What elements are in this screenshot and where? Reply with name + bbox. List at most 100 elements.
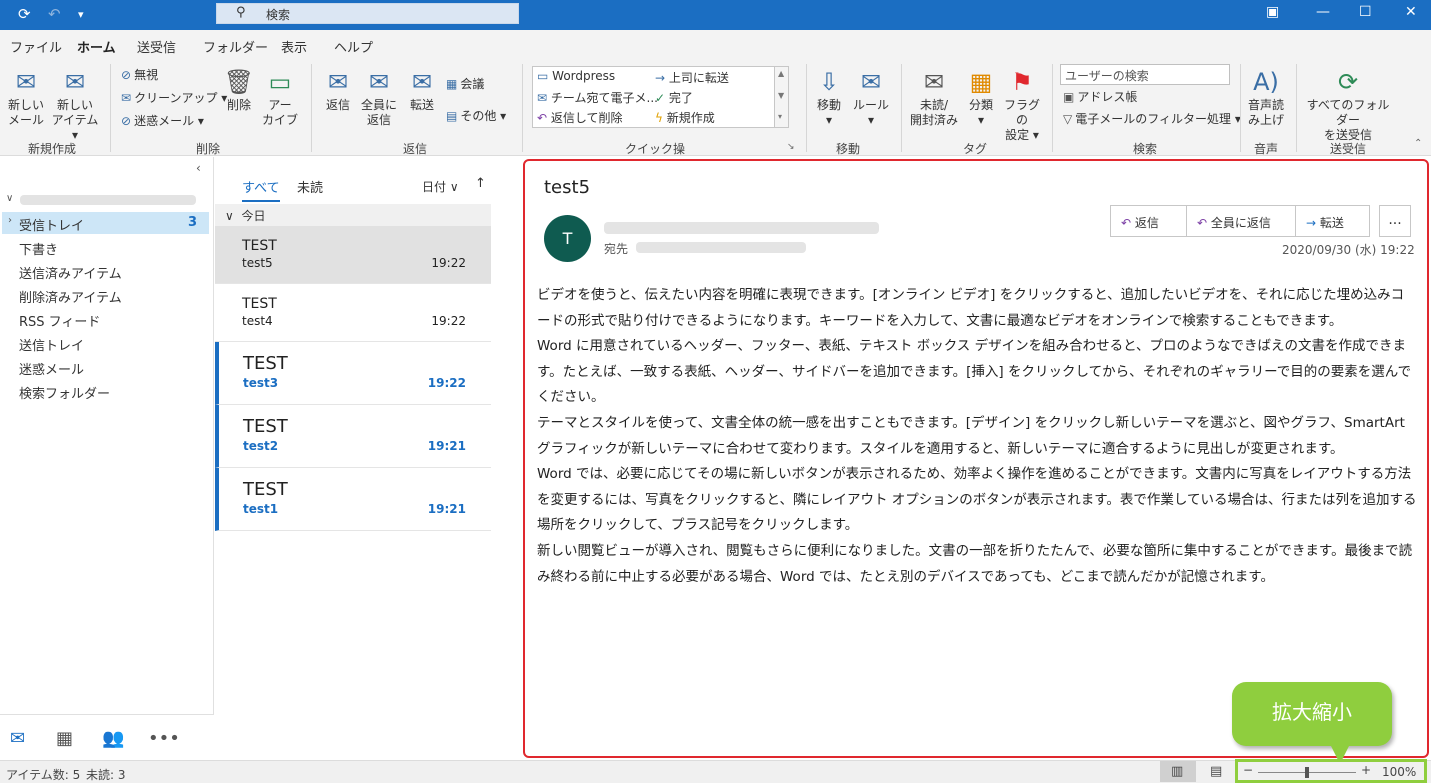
message-row-test5[interactable]: TEST test5 19:22 bbox=[215, 226, 491, 284]
message-row-test3[interactable]: TEST test3 19:22 bbox=[215, 342, 491, 405]
undo-icon[interactable]: ↶ bbox=[48, 5, 61, 23]
folder-rss[interactable]: RSS フィード bbox=[19, 311, 100, 330]
zoom-out-button[interactable]: − bbox=[1243, 763, 1253, 777]
chevron-down-icon: ∨ bbox=[449, 180, 459, 194]
folder-sent[interactable]: 送信済みアイテム bbox=[19, 263, 122, 282]
zoom-in-button[interactable]: + bbox=[1361, 763, 1371, 777]
archive-button[interactable]: ▭ アー カイブ bbox=[262, 68, 298, 128]
group-label-search: 検索 bbox=[1132, 142, 1157, 156]
group-header-today[interactable]: ∨ 今日 bbox=[215, 204, 491, 226]
dialog-launcher-icon[interactable]: ↘ bbox=[787, 142, 795, 152]
quick-step-done[interactable]: ✓ 完了 bbox=[655, 89, 693, 106]
cleanup-icon: ✉ bbox=[121, 91, 132, 105]
address-book-button[interactable]: ▣ アドレス帳 bbox=[1063, 89, 1137, 105]
recipient-address-blurred[interactable] bbox=[636, 242, 806, 253]
quick-step-team-mail[interactable]: ✉ チーム宛て電子メ... bbox=[537, 89, 658, 106]
reply-button[interactable]: ✉ 返信 bbox=[322, 68, 354, 113]
unread-read-button[interactable]: ✉ 未読/ 開封済み bbox=[907, 68, 961, 128]
chevron-right-icon[interactable]: › bbox=[8, 215, 12, 226]
folder-inbox[interactable]: 受信トレイ bbox=[19, 215, 84, 234]
zoom-slider-thumb[interactable] bbox=[1305, 767, 1309, 778]
normal-view-icon[interactable]: ▥ bbox=[1171, 764, 1183, 779]
search-box[interactable] bbox=[216, 3, 519, 24]
more-respond-button[interactable]: ▤ その他 ▾ bbox=[446, 108, 506, 124]
user-search-input[interactable]: ユーザーの検索 bbox=[1060, 64, 1230, 85]
sender-address-blurred[interactable] bbox=[604, 222, 879, 234]
tab-folder[interactable]: フォルダー bbox=[203, 37, 268, 56]
junk-button[interactable]: ⊘ 迷惑メール ▾ bbox=[121, 113, 204, 129]
read-aloud-button[interactable]: A) 音声読 み上げ bbox=[1246, 68, 1286, 128]
sort-direction-icon[interactable]: ↑ bbox=[475, 176, 486, 191]
chevron-down-icon[interactable]: ∨ bbox=[6, 193, 13, 204]
folder-outbox[interactable]: 送信トレイ bbox=[19, 335, 84, 354]
folder-deleted[interactable]: 削除済みアイテム bbox=[19, 287, 122, 306]
more-nav-icon[interactable]: ••• bbox=[148, 728, 180, 749]
quick-steps-scrollbar[interactable]: ▲ ▼ ▾ bbox=[774, 67, 788, 127]
scroll-down-icon[interactable]: ▼ bbox=[778, 91, 784, 100]
cleanup-button[interactable]: ✉ クリーンアップ ▾ bbox=[121, 90, 227, 106]
reply-icon: ↶ bbox=[537, 111, 551, 125]
ribbon-display-icon[interactable]: ▣ bbox=[1266, 4, 1279, 20]
filter-unread[interactable]: 未読 bbox=[297, 177, 323, 196]
folder-junk[interactable]: 迷惑メール bbox=[19, 359, 84, 378]
reading-view-icon[interactable]: ▤ bbox=[1210, 764, 1222, 779]
forward-button[interactable]: ✉ 転送 bbox=[404, 68, 440, 113]
unread-count: 未読: 3 bbox=[86, 768, 126, 782]
message-sender: TEST bbox=[243, 353, 288, 374]
mail-nav-icon[interactable]: ✉ bbox=[10, 728, 25, 749]
calendar-nav-icon[interactable]: ▦ bbox=[56, 728, 73, 749]
group-label-tags: タグ bbox=[962, 142, 987, 156]
close-icon[interactable]: ✕ bbox=[1405, 4, 1417, 20]
people-nav-icon[interactable]: 👥 bbox=[102, 728, 124, 749]
quick-step-wordpress[interactable]: ▭ Wordpress bbox=[537, 69, 615, 83]
delete-button[interactable]: 🗑 削除 bbox=[222, 68, 256, 113]
message-row-test4[interactable]: TEST test4 19:22 bbox=[215, 284, 491, 342]
tab-view[interactable]: 表示 bbox=[281, 37, 307, 56]
scroll-up-icon[interactable]: ▲ bbox=[778, 69, 784, 78]
account-name-blurred[interactable] bbox=[20, 195, 196, 205]
to-label: 宛先 bbox=[604, 242, 629, 256]
search-input[interactable]: 検索 bbox=[266, 6, 290, 23]
send-receive-icon: ⟳ bbox=[1337, 68, 1359, 96]
folder-pane: ‹ ∨ › 受信トレイ 3 下書き 送信済みアイテム 削除済みアイテム RSS … bbox=[0, 157, 214, 760]
folder-drafts[interactable]: 下書き bbox=[19, 239, 58, 258]
minimize-icon[interactable]: — bbox=[1316, 4, 1330, 20]
reading-reply-all-button[interactable]: ↶ 全員に返信 bbox=[1197, 214, 1271, 231]
reading-reply-button[interactable]: ↶ 返信 bbox=[1121, 214, 1159, 231]
trash-icon: 🗑 bbox=[223, 68, 255, 96]
avatar[interactable]: T bbox=[544, 215, 591, 262]
maximize-icon[interactable]: ☐ bbox=[1359, 4, 1372, 20]
reading-forward-button[interactable]: → 転送 bbox=[1306, 214, 1344, 231]
more-respond-icon: ▤ bbox=[446, 109, 458, 123]
new-item-button[interactable]: ✉ 新しい アイテム ▾ bbox=[50, 68, 100, 143]
expand-gallery-icon[interactable]: ▾ bbox=[778, 112, 782, 121]
tab-send-receive[interactable]: 送受信 bbox=[137, 37, 176, 56]
quick-step-reply-delete[interactable]: ↶ 返信して削除 bbox=[537, 109, 623, 126]
message-row-test2[interactable]: TEST test2 19:21 bbox=[215, 405, 491, 468]
collapse-pane-icon[interactable]: ‹ bbox=[196, 161, 201, 175]
more-actions-button[interactable]: ... bbox=[1379, 205, 1411, 237]
tab-file[interactable]: ファイル bbox=[10, 37, 62, 56]
reply-all-button[interactable]: ✉ 全員に 返信 bbox=[359, 68, 399, 128]
move-button[interactable]: ⇩ 移動 ▾ bbox=[812, 68, 846, 128]
quick-step-create-new[interactable]: ϟ 新規作成 bbox=[655, 109, 715, 126]
zoom-level[interactable]: 100% bbox=[1382, 765, 1416, 779]
send-receive-all-button[interactable]: ⟳ すべてのフォルダー を送受信 bbox=[1302, 68, 1394, 143]
message-sender: TEST bbox=[242, 238, 277, 254]
sort-by-date-button[interactable]: 日付 ∨ bbox=[422, 178, 459, 195]
quick-step-to-manager[interactable]: → 上司に転送 bbox=[655, 69, 729, 86]
tab-help[interactable]: ヘルプ bbox=[334, 37, 373, 56]
message-row-test1[interactable]: TEST test1 19:21 bbox=[215, 468, 491, 531]
filter-all[interactable]: すべて bbox=[242, 177, 280, 202]
new-mail-button[interactable]: ✉ 新しい メール bbox=[6, 68, 46, 128]
categorize-button[interactable]: ▦ 分類 ▾ bbox=[964, 68, 998, 128]
filter-mail-button[interactable]: ▽ 電子メールのフィルター処理 ▾ bbox=[1063, 111, 1241, 127]
meeting-button[interactable]: ▦ 会議 bbox=[446, 76, 484, 92]
flag-button[interactable]: ⚑ フラグの 設定 ▾ bbox=[1000, 68, 1044, 143]
folder-search[interactable]: 検索フォルダー bbox=[19, 383, 110, 402]
collapse-ribbon-icon[interactable]: ⌃ bbox=[1414, 138, 1422, 149]
sync-icon[interactable]: ⟳ bbox=[18, 5, 31, 23]
customize-toolbar-icon[interactable]: ▾ bbox=[78, 8, 84, 21]
ignore-button[interactable]: ⊘ 無視 bbox=[121, 67, 158, 83]
rules-button[interactable]: ✉ ルール ▾ bbox=[852, 68, 890, 128]
